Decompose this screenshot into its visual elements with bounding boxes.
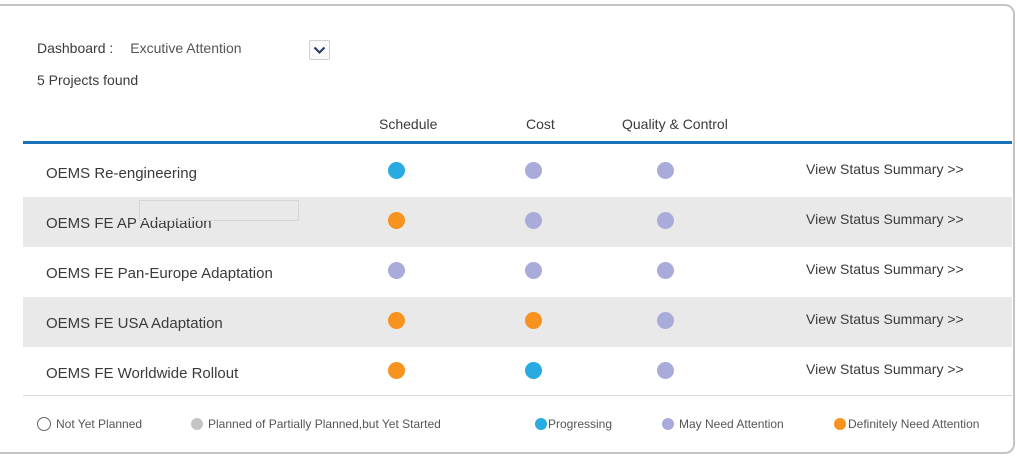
project-name: OEMS FE Worldwide Rollout: [46, 365, 239, 382]
gray-dot-icon: [191, 418, 203, 430]
lavender-dot-icon: [662, 418, 674, 430]
schedule-status-icon: [388, 262, 405, 279]
cost-status-icon: [525, 312, 542, 329]
quality-status-icon: [657, 312, 674, 329]
cost-status-icon: [525, 212, 542, 229]
legend-label: May Need Attention: [679, 417, 784, 431]
project-row: OEMS FE USA Adaptation View Status Summa…: [23, 297, 1012, 347]
legend-label: Progressing: [548, 417, 613, 431]
view-status-summary-link[interactable]: View Status Summary >>: [806, 161, 964, 177]
cost-status-icon: [525, 362, 542, 379]
dashboard-select-value[interactable]: Excutive Attention: [130, 40, 241, 56]
dashboard-label: Dashboard :: [37, 40, 114, 56]
view-status-summary-link[interactable]: View Status Summary >>: [806, 211, 964, 227]
column-header-cost: Cost: [526, 116, 555, 132]
view-status-summary-link[interactable]: View Status Summary >>: [806, 311, 964, 327]
dashboard-selector: Dashboard : Excutive Attention: [37, 40, 242, 56]
footer-divider: [23, 395, 1012, 396]
legend-may-need-attention: May Need Attention: [662, 417, 784, 431]
schedule-status-icon: [388, 162, 405, 179]
legend-label: Planned of Partially Planned,but Yet Sta…: [208, 417, 441, 431]
cost-status-icon: [525, 262, 542, 279]
legend-label: Not Yet Planned: [56, 417, 143, 431]
legend-label: Definitely Need Attention: [848, 417, 980, 431]
legend-definitely-need-attention: Definitely Need Attention: [834, 417, 979, 431]
project-row: OEMS Re-engineering View Status Summary …: [23, 147, 1012, 197]
quality-status-icon: [657, 162, 674, 179]
quality-status-icon: [657, 212, 674, 229]
legend-planned: Planned of Partially Planned,but Yet Sta…: [191, 417, 441, 431]
project-row: OEMS FE Pan-Europe Adaptation View Statu…: [23, 247, 1012, 297]
blue-dot-icon: [535, 418, 547, 430]
header-divider: [23, 141, 1012, 144]
project-name: OEMS Re-engineering: [46, 165, 197, 182]
schedule-status-icon: [388, 362, 405, 379]
project-name: OEMS FE USA Adaptation: [46, 315, 223, 332]
column-header-quality: Quality & Control: [622, 116, 728, 132]
project-row: OEMS FE Worldwide Rollout View Status Su…: [23, 347, 1012, 397]
cost-status-icon: [525, 162, 542, 179]
view-status-summary-link[interactable]: View Status Summary >>: [806, 361, 964, 377]
empty-text-box: [139, 200, 299, 221]
quality-status-icon: [657, 262, 674, 279]
schedule-status-icon: [388, 212, 405, 229]
legend-progressing: Progressing: [535, 417, 612, 431]
chevron-down-icon: [313, 46, 326, 54]
column-header-schedule: Schedule: [379, 116, 438, 132]
empty-circle-icon: [37, 417, 51, 431]
project-name: OEMS FE Pan-Europe Adaptation: [46, 265, 273, 282]
projects-count: 5 Projects found: [37, 72, 139, 88]
schedule-status-icon: [388, 312, 405, 329]
quality-status-icon: [657, 362, 674, 379]
legend-not-yet-planned: Not Yet Planned: [37, 417, 142, 431]
orange-dot-icon: [834, 418, 846, 430]
view-status-summary-link[interactable]: View Status Summary >>: [806, 261, 964, 277]
dashboard-dropdown-button[interactable]: [309, 40, 330, 60]
